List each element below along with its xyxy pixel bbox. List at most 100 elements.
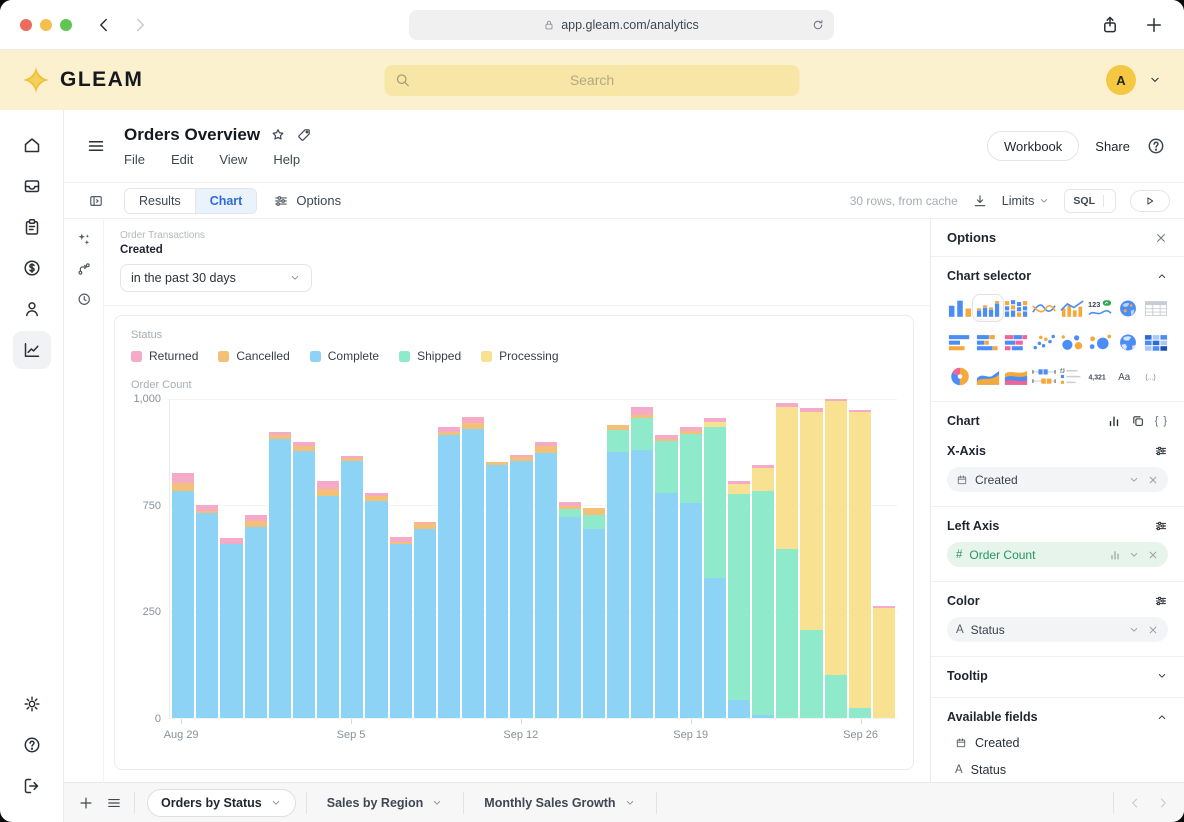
sidebar-item-logout[interactable] — [13, 767, 51, 805]
available-field-status[interactable]: AStatus — [955, 763, 1168, 777]
bar-segment-complete[interactable] — [631, 450, 653, 718]
bar-segment-complete[interactable] — [172, 491, 194, 718]
chevron-down-icon[interactable] — [1128, 474, 1140, 486]
tab-results[interactable]: Results — [125, 189, 195, 213]
remove-field-icon[interactable] — [1147, 549, 1159, 561]
chevron-down-icon[interactable] — [624, 797, 636, 809]
formula-braces-icon[interactable]: { } — [1155, 415, 1168, 427]
bar-segment-cancelled[interactable] — [172, 483, 194, 491]
bar-segment-shipped[interactable] — [800, 630, 822, 718]
globe-icon[interactable] — [1115, 331, 1141, 353]
heatmap-icon[interactable] — [1143, 331, 1169, 353]
chart-bar-aug-29[interactable] — [172, 399, 194, 718]
sidebar-item-home[interactable] — [13, 126, 51, 164]
bar-segment-shipped[interactable] — [655, 441, 677, 493]
bar-segment-processing[interactable] — [800, 412, 822, 630]
bar-segment-complete[interactable] — [559, 517, 581, 718]
chart-bar-sep-20[interactable] — [704, 399, 726, 718]
page-tab-monthly-sales-growth[interactable]: Monthly Sales Growth — [474, 789, 645, 817]
chart-bar-sep-10[interactable] — [462, 399, 484, 718]
chart-bar-sep-4[interactable] — [317, 399, 339, 718]
browser-share-button[interactable] — [1100, 15, 1120, 35]
bubble-icon[interactable] — [1059, 331, 1085, 353]
bar-segment-complete[interactable] — [704, 578, 726, 718]
bar-segment-complete[interactable] — [220, 544, 242, 718]
remove-field-icon[interactable] — [1147, 624, 1159, 636]
chart-bar-sep-9[interactable] — [438, 399, 460, 718]
bar-segment-cancelled[interactable] — [317, 489, 339, 496]
chart-bar-sep-15[interactable] — [583, 399, 605, 718]
legend-item-returned[interactable]: Returned — [131, 349, 198, 363]
bar-segment-complete[interactable] — [390, 544, 412, 718]
bar-segment-complete[interactable] — [680, 503, 702, 718]
close-icon[interactable] — [1154, 231, 1168, 245]
bar-segment-processing[interactable] — [849, 412, 871, 708]
chart-bar-sep-11[interactable] — [486, 399, 508, 718]
area-stacked-icon[interactable] — [1003, 365, 1029, 387]
bar-segment-returned[interactable] — [631, 407, 653, 415]
chart-bar-sep-5[interactable] — [341, 399, 363, 718]
sidebar-item-settings[interactable] — [13, 685, 51, 723]
legend-item-complete[interactable]: Complete — [310, 349, 379, 363]
chart-bar-sep-7[interactable] — [390, 399, 412, 718]
favorite-star-button[interactable] — [270, 127, 286, 143]
bar-segment-complete[interactable] — [365, 501, 387, 718]
prev-page-button[interactable] — [1128, 796, 1142, 810]
options-button[interactable]: Options — [273, 193, 341, 209]
bar-segment-processing[interactable] — [873, 608, 895, 718]
bar-segment-complete[interactable] — [317, 496, 339, 718]
rail-history-button[interactable] — [76, 291, 92, 307]
left-axis-field-pill[interactable]: # Order Count — [947, 542, 1168, 567]
account-chevron-down-icon[interactable] — [1148, 73, 1162, 87]
bar-segment-shipped[interactable] — [849, 708, 871, 718]
chart-bar-sep-21[interactable] — [728, 399, 750, 718]
chart-bar-sep-16[interactable] — [607, 399, 629, 718]
limits-dropdown[interactable]: Limits — [1002, 194, 1051, 208]
avatar[interactable]: A — [1106, 65, 1136, 95]
bar-segment-shipped[interactable] — [583, 515, 605, 530]
collapse-section-button[interactable] — [1156, 711, 1168, 723]
area-icon[interactable] — [975, 365, 1001, 387]
rail-lineage-button[interactable] — [76, 261, 92, 277]
chevron-down-icon[interactable] — [431, 797, 443, 809]
page-list-button[interactable] — [106, 795, 122, 811]
chart-bar-aug-31[interactable] — [220, 399, 242, 718]
global-search[interactable] — [385, 65, 800, 96]
bar-segment-complete[interactable] — [462, 429, 484, 718]
bar-segment-complete[interactable] — [535, 453, 557, 718]
sliders-icon[interactable] — [1154, 594, 1168, 608]
bar-horizontal-dense-icon[interactable] — [1003, 331, 1029, 353]
bar-segment-complete[interactable] — [196, 513, 218, 718]
chart-bar-sep-6[interactable] — [365, 399, 387, 718]
bar-segment-complete[interactable] — [245, 527, 267, 718]
table-icon[interactable] — [1143, 297, 1169, 319]
zoom-window-button[interactable] — [60, 19, 72, 31]
chart-bar-sep-23[interactable] — [776, 399, 798, 718]
donut-icon[interactable] — [947, 365, 973, 387]
minimize-window-button[interactable] — [40, 19, 52, 31]
bar-segment-shipped[interactable] — [631, 418, 653, 450]
menu-view[interactable]: View — [219, 152, 247, 167]
color-field-pill[interactable]: A Status — [947, 617, 1168, 642]
chart-bar-sep-18[interactable] — [655, 399, 677, 718]
bar-segment-complete[interactable] — [752, 715, 774, 718]
mini-bars-icon[interactable] — [1107, 414, 1121, 428]
x-axis-field-pill[interactable]: Created — [947, 467, 1168, 492]
download-button[interactable] — [972, 193, 988, 209]
duplicate-icon[interactable] — [1131, 414, 1145, 428]
chart-bar-sep-12[interactable] — [510, 399, 532, 718]
bar-segment-complete[interactable] — [269, 439, 291, 718]
chart-bar-sep-8[interactable] — [414, 399, 436, 718]
sidebar-item-inbox[interactable] — [13, 167, 51, 205]
bar-segment-complete[interactable] — [607, 452, 629, 718]
chart-bar-sep-27[interactable] — [873, 399, 895, 718]
chevron-down-icon[interactable] — [1128, 549, 1140, 561]
share-button[interactable]: Share — [1095, 139, 1130, 154]
bar-segment-shipped[interactable] — [704, 427, 726, 579]
expand-section-button[interactable] — [1156, 670, 1168, 682]
chart-bar-aug-30[interactable] — [196, 399, 218, 718]
next-page-button[interactable] — [1156, 796, 1170, 810]
collapse-section-button[interactable] — [1156, 270, 1168, 282]
bubble-alt-icon[interactable] — [1087, 331, 1113, 353]
browser-forward-button[interactable] — [130, 15, 150, 35]
